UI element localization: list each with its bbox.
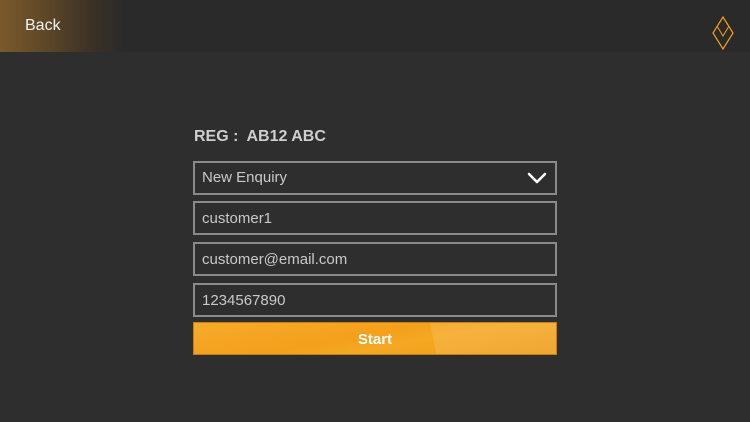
customer-name-input[interactable] (195, 203, 555, 233)
enquiry-type-value: New Enquiry (202, 169, 288, 186)
registration-row: REG : AB12 ABC (194, 127, 326, 147)
back-button-label: Back (25, 17, 61, 34)
customer-phone-field[interactable] (193, 283, 557, 317)
enquiry-type-dropdown[interactable]: New Enquiry (193, 161, 557, 195)
diamond-logo-icon (712, 16, 734, 50)
start-button[interactable]: Start (193, 322, 557, 355)
start-button-label: Start (357, 331, 393, 348)
back-button[interactable]: Back (0, 0, 125, 52)
customer-name-field[interactable] (193, 201, 557, 235)
customer-phone-input[interactable] (195, 285, 555, 315)
top-bar: Back (0, 0, 750, 52)
customer-email-input[interactable] (195, 244, 555, 274)
registration-label: REG : (194, 128, 239, 145)
chevron-down-icon[interactable] (527, 170, 547, 186)
customer-email-field[interactable] (193, 242, 557, 276)
registration-value: AB12 ABC (246, 128, 326, 145)
